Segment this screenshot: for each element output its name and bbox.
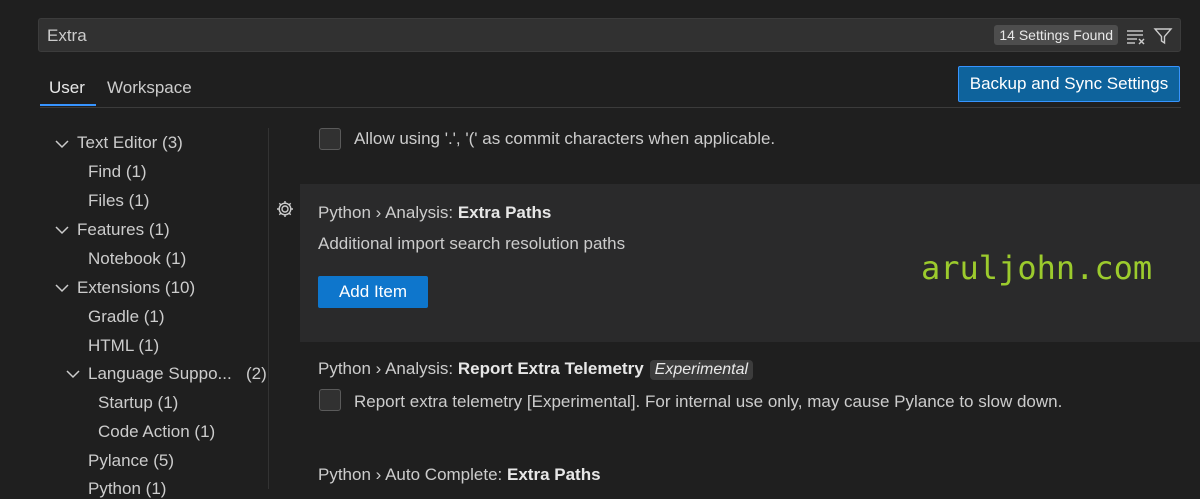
toc-count: (10) (164, 278, 196, 297)
toc-item-files[interactable]: Files (1) (88, 191, 149, 211)
setting-name: Report Extra Telemetry (457, 359, 644, 378)
toc-item-extensions[interactable]: Extensions (10) (77, 278, 195, 298)
toc-label: Find (88, 162, 122, 181)
setting-category: Python › Analysis: (318, 359, 458, 378)
setting-name: Extra Paths (507, 465, 601, 484)
toc-count: (5) (153, 451, 174, 470)
tab-workspace[interactable]: Workspace (107, 78, 192, 98)
clear-filter-icon[interactable] (1125, 27, 1147, 45)
toc-label: Language Suppo... (88, 364, 232, 383)
telemetry-checkbox[interactable] (319, 389, 341, 411)
toc-count: (2) (246, 364, 267, 383)
toc-item-language-support[interactable]: Language Suppo... (88, 364, 232, 384)
toc-item-code-action[interactable]: Code Action (1) (98, 422, 215, 442)
toc-item-startup[interactable]: Startup (1) (98, 393, 178, 413)
toc-label: HTML (88, 336, 134, 355)
toc-item-text-editor[interactable]: Text Editor (3) (77, 133, 183, 153)
tab-user[interactable]: User (49, 78, 85, 98)
watermark-text: aruljohn.com (921, 249, 1153, 287)
toc-label: Startup (98, 393, 153, 412)
setting-category: Python › Analysis: (318, 203, 458, 222)
toc-count: (1) (194, 422, 216, 441)
toc-count: (1) (128, 191, 150, 210)
gear-icon[interactable] (275, 199, 295, 219)
toc-item-pylance[interactable]: Pylance (5) (88, 451, 174, 471)
toc-label: Features (77, 220, 145, 239)
setting-title: Python › Analysis: Extra Paths (318, 203, 551, 223)
setting-category: Python › Auto Complete: (318, 465, 507, 484)
setting-title: Python › Auto Complete: Extra Paths (318, 465, 601, 485)
toc-item-gradle[interactable]: Gradle (1) (88, 307, 165, 327)
setting-name: Extra Paths (457, 203, 552, 222)
chevron-down-icon[interactable] (66, 369, 80, 379)
toc-label: Extensions (77, 278, 161, 297)
toc-label: Gradle (88, 307, 140, 326)
toc-label: Text Editor (77, 133, 158, 152)
toc-item-features[interactable]: Features (1) (77, 220, 170, 240)
toc-item-find[interactable]: Find (1) (88, 162, 147, 182)
toc-count: (3) (162, 133, 183, 152)
commit-chars-checkbox[interactable] (319, 128, 341, 150)
chevron-down-icon[interactable] (55, 283, 69, 293)
toc-divider (268, 128, 269, 489)
tabs-divider (40, 107, 1181, 108)
experimental-badge: Experimental (649, 360, 754, 380)
toc-count: (1) (157, 393, 179, 412)
toc-label: Pylance (88, 451, 149, 470)
add-item-button[interactable]: Add Item (318, 276, 428, 308)
setting-description: Report extra telemetry [Experimental]. F… (354, 392, 1063, 411)
chevron-down-icon[interactable] (55, 139, 69, 149)
setting-description: Additional import search resolution path… (318, 234, 626, 253)
toc-label: Notebook (88, 249, 161, 268)
toc-count: (1) (148, 220, 170, 239)
setting-title: Python › Analysis: Report Extra Telemetr… (318, 359, 754, 380)
results-count-badge: 14 Settings Found (994, 25, 1118, 45)
toc-label: Files (88, 191, 124, 210)
active-tab-indicator (40, 104, 96, 106)
toc-item-python[interactable]: Python (1) (88, 479, 166, 499)
toc-label: Code Action (98, 422, 190, 441)
toc-count: (1) (138, 336, 160, 355)
toc-item-notebook[interactable]: Notebook (1) (88, 249, 186, 269)
filter-icon[interactable] (1153, 26, 1173, 46)
backup-and-sync-button[interactable]: Backup and Sync Settings (958, 66, 1180, 102)
toc-item-html[interactable]: HTML (1) (88, 336, 159, 356)
chevron-down-icon[interactable] (55, 225, 69, 235)
toc-count: (1) (125, 162, 147, 181)
toc-count: (1) (165, 249, 187, 268)
settings-search-bar[interactable]: Extra 14 Settings Found (38, 18, 1181, 52)
toc-count: (1) (143, 307, 165, 326)
search-input[interactable]: Extra (47, 26, 87, 46)
commit-chars-description: Allow using '.', '(' as commit character… (354, 129, 776, 148)
